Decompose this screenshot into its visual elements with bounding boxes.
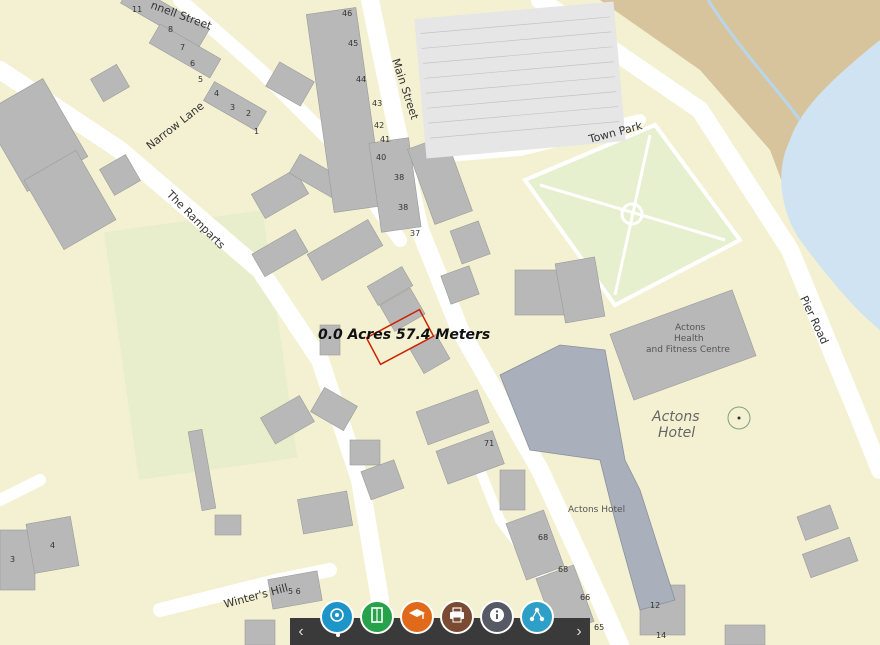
svg-text:5 6: 5 6 xyxy=(288,587,301,596)
svg-text:5: 5 xyxy=(198,75,203,84)
share-icon xyxy=(528,606,546,629)
svg-text:71: 71 xyxy=(484,439,494,448)
streetview-button[interactable] xyxy=(360,600,394,634)
layers-button[interactable] xyxy=(320,600,354,634)
share-button[interactable] xyxy=(520,600,554,634)
svg-text:38: 38 xyxy=(394,173,404,182)
active-indicator xyxy=(336,633,340,637)
svg-text:66: 66 xyxy=(580,593,590,602)
svg-text:3: 3 xyxy=(230,103,235,112)
svg-text:46: 46 xyxy=(342,9,352,18)
poi-actons-health-2: Health xyxy=(674,334,704,344)
toolbar-prev-button[interactable]: ‹ xyxy=(290,618,312,645)
print-button[interactable] xyxy=(440,600,474,634)
svg-text:14: 14 xyxy=(656,631,666,640)
svg-text:7: 7 xyxy=(180,43,185,52)
layers-icon xyxy=(328,606,346,629)
schools-button[interactable] xyxy=(400,600,434,634)
measurement-readout: 0.0 Acres 57.4 Meters xyxy=(318,327,490,343)
info-icon xyxy=(488,606,506,629)
svg-text:44: 44 xyxy=(356,75,366,84)
svg-text:41: 41 xyxy=(380,135,390,144)
map-canvas[interactable]: Main Street Town Park Narrow Lane The Ra… xyxy=(0,0,880,645)
poi-actons-hotel-2: Hotel xyxy=(658,425,695,441)
svg-text:1: 1 xyxy=(254,127,259,136)
svg-text:4: 4 xyxy=(214,89,219,98)
map-toolbar: ‹ › xyxy=(290,600,590,645)
svg-text:38: 38 xyxy=(398,203,408,212)
svg-text:6: 6 xyxy=(190,59,195,68)
poi-actons-hotel-1: Actons xyxy=(651,409,700,425)
svg-text:4: 4 xyxy=(50,541,55,550)
svg-text:12: 12 xyxy=(650,601,660,610)
door-icon xyxy=(369,606,385,629)
svg-text:43: 43 xyxy=(372,99,382,108)
mortarboard-icon xyxy=(408,607,426,628)
svg-text:42: 42 xyxy=(374,121,384,130)
poi-actons-health-3: and Fitness Centre xyxy=(646,345,730,355)
svg-text:2: 2 xyxy=(246,109,251,118)
svg-text:8: 8 xyxy=(168,25,173,34)
poi-actons-hotel-small: Actons Hotel xyxy=(568,505,625,515)
poi-actons-health-1: Actons xyxy=(675,323,706,333)
svg-text:65: 65 xyxy=(594,623,604,632)
svg-text:68: 68 xyxy=(558,565,568,574)
street-label-narrow-lane: Narrow Lane xyxy=(144,99,207,152)
info-button[interactable] xyxy=(480,600,514,634)
printer-icon xyxy=(448,606,466,628)
svg-text:45: 45 xyxy=(348,39,358,48)
svg-text:37: 37 xyxy=(410,229,420,238)
svg-text:3: 3 xyxy=(10,555,15,564)
toolbar-next-button[interactable]: › xyxy=(568,618,590,645)
svg-text:11: 11 xyxy=(132,5,142,14)
svg-text:68: 68 xyxy=(538,533,548,542)
svg-text:40: 40 xyxy=(376,153,386,162)
